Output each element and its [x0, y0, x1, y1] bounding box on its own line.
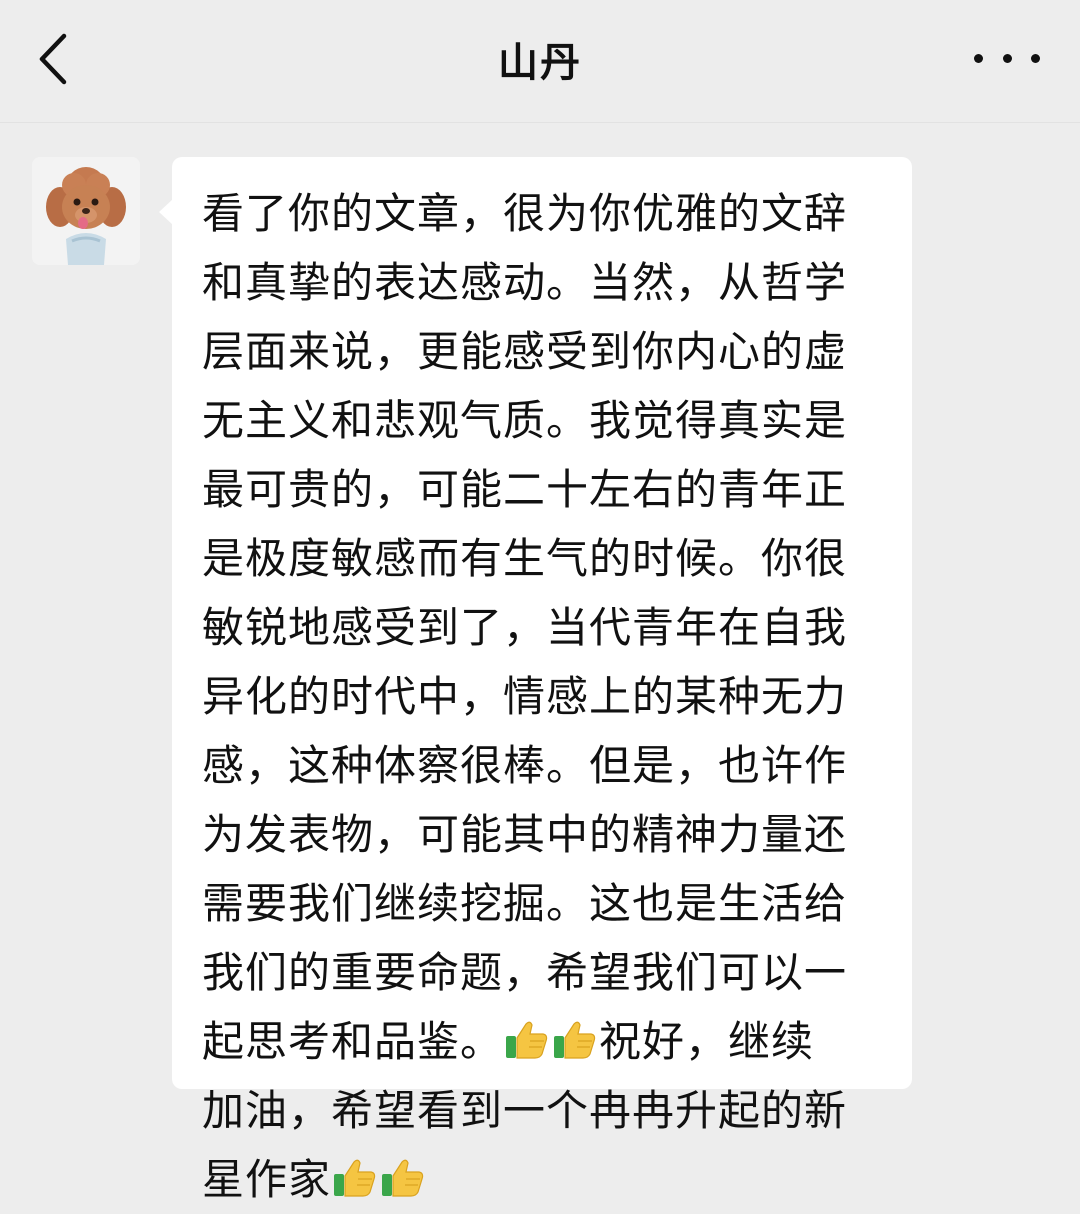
message-line: 无主义和悲观气质。我觉得真实是: [202, 396, 848, 445]
thumbs-up-icon: [382, 1159, 424, 1197]
message-line: 最可贵的，可能二十左右的青年正: [202, 465, 848, 514]
chat-title: 山丹: [498, 40, 582, 86]
message-line: 敏锐地感受到了，当代青年在自我: [202, 603, 848, 652]
message-line: 感，这种体察很棒。但是，也许作: [202, 741, 848, 790]
thumbs-up-icon: [334, 1159, 376, 1197]
message-line: 起思考和品鉴。 祝好，继续: [202, 1007, 882, 1076]
message-segment: 星作家: [202, 1155, 332, 1204]
message-line: 加油，希望看到一个冉冉升起的新: [202, 1086, 848, 1135]
poodle-avatar-icon: [32, 157, 140, 265]
message-text: 看了你的文章，很为你优雅的文辞 和真挚的表达感动。当然，从哲学 层面来说，更能感…: [202, 179, 882, 1214]
more-dot: [1002, 53, 1012, 63]
message-line: 和真挚的表达感动。当然，从哲学: [202, 258, 848, 307]
chat-header: 山丹: [0, 0, 1080, 123]
more-button[interactable]: [974, 36, 1040, 80]
message-bubble[interactable]: 看了你的文章，很为你优雅的文辞 和真挚的表达感动。当然，从哲学 层面来说，更能感…: [159, 157, 912, 1204]
message-line: 异化的时代中，情感上的某种无力: [202, 672, 848, 721]
message-line: 是极度敏感而有生气的时候。你很: [202, 534, 848, 583]
message-segment: 祝好，继续: [599, 1017, 815, 1066]
avatar[interactable]: [32, 157, 140, 265]
message-line: 需要我们继续挖掘。这也是生活给: [202, 879, 848, 928]
thumbs-up-icon: [506, 1021, 548, 1059]
more-dot: [974, 53, 983, 63]
thumbs-up-icon: [554, 1021, 596, 1059]
more-dot: [1031, 53, 1040, 63]
message-line: 我们的重要命题，希望我们可以一: [202, 948, 848, 997]
message-line: 星作家: [202, 1145, 882, 1214]
message-line: 看了你的文章，很为你优雅的文辞: [202, 189, 848, 238]
message-line: 为发表物，可能其中的精神力量还: [202, 810, 848, 859]
message-line: 层面来说，更能感受到你内心的虚: [202, 327, 848, 376]
message-segment: 起思考和品鉴。: [202, 1017, 504, 1066]
